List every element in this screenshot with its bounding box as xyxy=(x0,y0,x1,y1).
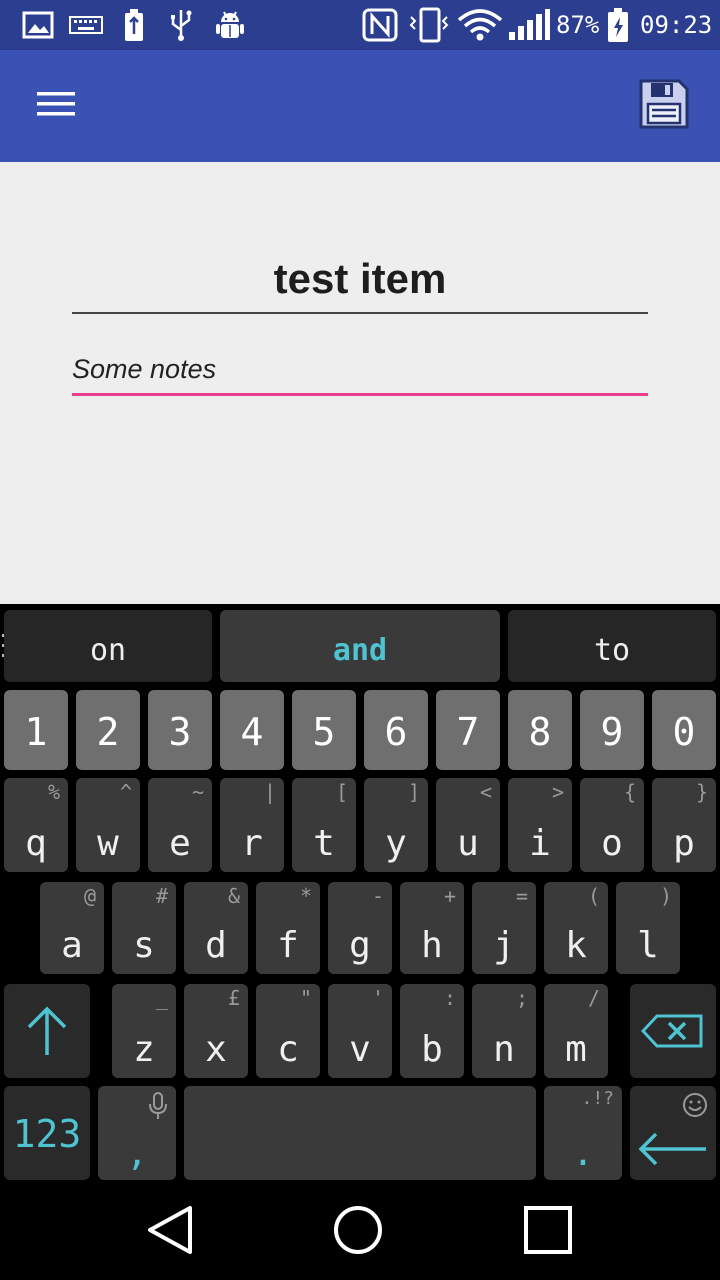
key-i[interactable]: > i xyxy=(508,778,572,872)
wifi-icon xyxy=(456,8,504,42)
signal-icon xyxy=(506,8,552,42)
key-d[interactable]: & d xyxy=(184,882,248,974)
battery-percent: 87% xyxy=(556,11,600,39)
key-2[interactable]: 2 xyxy=(76,690,140,770)
key-z[interactable]: _ z xyxy=(112,984,176,1078)
shift-key[interactable] xyxy=(4,984,90,1078)
floppy-disk-icon xyxy=(639,79,689,134)
title-input[interactable]: test item xyxy=(72,246,648,314)
enter-arrow-icon xyxy=(638,1130,708,1172)
key-s[interactable]: # s xyxy=(112,882,176,974)
key-r[interactable]: | r xyxy=(220,778,284,872)
key-e[interactable]: ~ e xyxy=(148,778,212,872)
gallery-icon xyxy=(20,8,56,42)
key-4[interactable]: 4 xyxy=(220,690,284,770)
suggestion-item-primary[interactable]: and xyxy=(220,610,500,682)
enter-key[interactable] xyxy=(630,1086,716,1180)
space-key[interactable] xyxy=(184,1086,536,1180)
suggestion-item[interactable]: to xyxy=(508,610,716,682)
recents-button[interactable] xyxy=(512,1202,584,1262)
key-1[interactable]: 1 xyxy=(4,690,68,770)
key-u[interactable]: < u xyxy=(436,778,500,872)
key-7[interactable]: 7 xyxy=(436,690,500,770)
keyboard-icon xyxy=(68,8,104,42)
back-triangle-icon xyxy=(146,1204,194,1261)
key-q[interactable]: % q xyxy=(4,778,68,872)
suggestion-item[interactable]: on xyxy=(4,610,212,682)
edit-form: test item Some notes xyxy=(0,162,720,604)
recents-square-icon xyxy=(522,1204,574,1261)
microphone-icon xyxy=(148,1092,168,1124)
title-input-value: test item xyxy=(273,255,447,302)
home-button[interactable] xyxy=(322,1202,394,1262)
usb-icon xyxy=(164,8,198,42)
key-t[interactable]: [t xyxy=(292,778,356,872)
key-3[interactable]: 3 xyxy=(148,690,212,770)
menu-button[interactable] xyxy=(24,80,88,132)
key-g[interactable]: -g xyxy=(328,882,392,974)
key-9[interactable]: 9 xyxy=(580,690,644,770)
key-8[interactable]: 8 xyxy=(508,690,572,770)
key-a[interactable]: @ a xyxy=(40,882,104,974)
status-bar: 87% 09:23 xyxy=(0,0,720,50)
key-5[interactable]: 5 xyxy=(292,690,356,770)
key-l[interactable]: ) l xyxy=(616,882,680,974)
home-circle-icon xyxy=(332,1204,384,1261)
battery-charging-icon xyxy=(604,8,632,42)
key-m[interactable]: / m xyxy=(544,984,608,1078)
key-f[interactable]: * f xyxy=(256,882,320,974)
comma-key[interactable]: , xyxy=(98,1086,176,1180)
key-v[interactable]: ' v xyxy=(328,984,392,1078)
smiley-icon xyxy=(682,1092,708,1122)
clock: 09:23 xyxy=(640,11,713,39)
vibrate-icon xyxy=(406,7,452,43)
key-k[interactable]: (k xyxy=(544,882,608,974)
hamburger-menu-icon xyxy=(36,90,76,123)
back-button[interactable] xyxy=(134,1202,206,1262)
notes-input-value: Some notes xyxy=(72,354,217,384)
key-w[interactable]: ^ w xyxy=(76,778,140,872)
key-x[interactable]: £ x xyxy=(184,984,248,1078)
navigation-bar xyxy=(0,1184,720,1280)
period-key[interactable]: .!? . xyxy=(544,1086,622,1180)
key-b[interactable]: :b xyxy=(400,984,464,1078)
key-0[interactable]: 0 xyxy=(652,690,716,770)
key-p[interactable]: } p xyxy=(652,778,716,872)
key-o[interactable]: {o xyxy=(580,778,644,872)
numbers-mode-key[interactable]: 123 xyxy=(4,1086,90,1180)
key-6[interactable]: 6 xyxy=(364,690,428,770)
save-button[interactable] xyxy=(628,76,700,136)
usb-battery-icon xyxy=(118,8,150,42)
key-n[interactable]: ; n xyxy=(472,984,536,1078)
nfc-icon xyxy=(360,8,400,42)
backspace-key[interactable] xyxy=(630,984,716,1078)
key-h[interactable]: + h xyxy=(400,882,464,974)
key-c[interactable]: " c xyxy=(256,984,320,1078)
key-j[interactable]: = j xyxy=(472,882,536,974)
key-y[interactable]: ] y xyxy=(364,778,428,872)
notes-input[interactable]: Some notes xyxy=(72,344,648,396)
android-debug-icon xyxy=(212,8,248,42)
soft-keyboard: on and to 1 2 3 4 5 6 7 8 9 0 % q ^ w ~ e |… xyxy=(0,604,720,1184)
backspace-icon xyxy=(640,1014,705,1052)
shift-arrow-icon xyxy=(25,1005,69,1061)
app-bar xyxy=(0,50,720,162)
